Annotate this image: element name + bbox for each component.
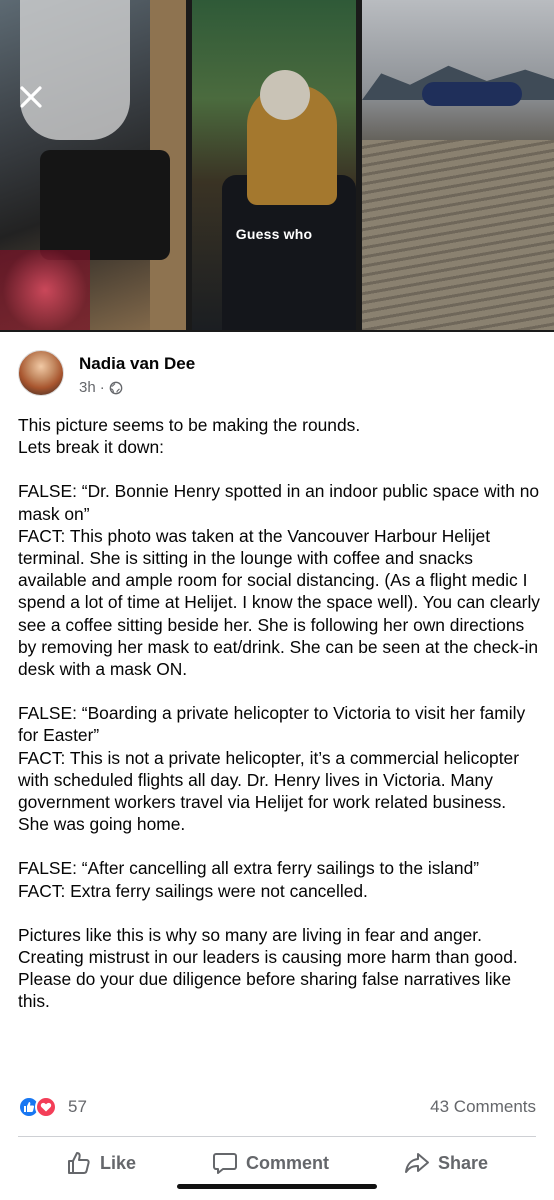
comment-icon <box>213 1153 237 1174</box>
post-paragraph-conclusion: Pictures like this is why so many are li… <box>18 924 518 1012</box>
photo-woman-in-chair[interactable]: Guess who <box>192 0 356 330</box>
thumbs-up-icon <box>24 1102 35 1112</box>
photo-caption: Guess who <box>235 226 313 242</box>
photo-person-figure <box>20 0 130 140</box>
post-header: Nadia van Dee 3h · <box>18 350 538 398</box>
reaction-count[interactable]: 57 <box>68 1097 87 1117</box>
action-divider <box>18 1136 536 1137</box>
post-actions: Like Comment Share <box>0 1146 554 1186</box>
reactions-bar: 57 43 Comments <box>18 1094 536 1120</box>
like-button[interactable]: Like <box>66 1150 136 1176</box>
photo-lounge-person[interactable] <box>0 0 186 330</box>
love-reaction-icon <box>35 1096 57 1118</box>
post-paragraph-helicopter: FALSE: “Boarding a private helicopter to… <box>18 703 526 835</box>
photo-helipad[interactable] <box>362 0 554 330</box>
heart-icon <box>40 1102 52 1112</box>
comment-label: Comment <box>246 1152 330 1173</box>
avatar[interactable] <box>18 350 64 396</box>
photo-sofa <box>40 150 170 260</box>
globe-icon[interactable] <box>109 381 123 395</box>
post-text: This picture seems to be making the roun… <box>18 414 540 1013</box>
home-indicator[interactable] <box>177 1184 377 1189</box>
post-paragraph-mask: FALSE: “Dr. Bonnie Henry spotted in an i… <box>18 481 540 680</box>
photo-light <box>0 250 90 330</box>
like-icon <box>68 1152 90 1174</box>
comment-button[interactable]: Comment <box>212 1150 329 1176</box>
like-label: Like <box>100 1152 137 1173</box>
close-icon <box>20 86 42 108</box>
post-paragraph-intro: This picture seems to be making the roun… <box>18 415 361 458</box>
share-icon <box>405 1153 429 1173</box>
post-meta: 3h · <box>79 379 123 396</box>
share-button[interactable]: Share <box>404 1150 488 1176</box>
close-button[interactable] <box>14 80 48 114</box>
post-photo-collage[interactable]: Guess who <box>0 0 554 332</box>
photo-deck <box>362 140 554 330</box>
photo-helicopter <box>422 82 522 106</box>
author-name[interactable]: Nadia van Dee <box>79 354 195 374</box>
comment-count[interactable]: 43 Comments <box>430 1097 536 1117</box>
reaction-icons[interactable] <box>18 1096 57 1118</box>
photo-woman-head <box>260 70 310 120</box>
share-label: Share <box>438 1152 489 1173</box>
meta-separator: · <box>99 379 105 396</box>
post-time[interactable]: 3h <box>79 379 96 396</box>
post-paragraph-ferry: FALSE: “After cancelling all extra ferry… <box>18 858 480 901</box>
